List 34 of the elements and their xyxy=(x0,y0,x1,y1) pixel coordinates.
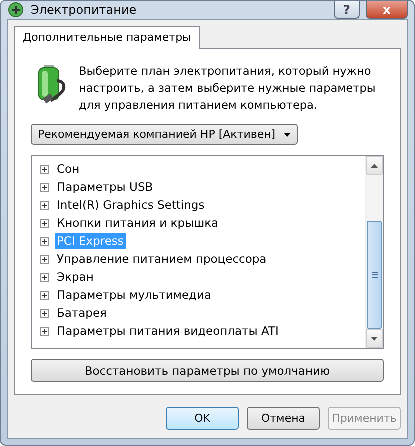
tree-item[interactable]: Управление питанием процессора xyxy=(55,251,269,267)
expand-icon[interactable] xyxy=(40,236,49,246)
tree-item[interactable]: Intel(R) Graphics Settings xyxy=(55,197,207,213)
tree-item[interactable]: Параметры USB xyxy=(55,179,156,195)
expand-icon[interactable] xyxy=(40,218,49,228)
plan-dropdown[interactable]: Рекомендуемая компанией HP [Активен] xyxy=(31,124,298,145)
dialog-button[interactable]: Отмена xyxy=(247,407,320,430)
power-plan-icon xyxy=(7,1,25,19)
scrollbar-thumb[interactable] xyxy=(367,221,382,329)
down-arrow-icon xyxy=(371,336,378,340)
tree-item[interactable]: Батарея xyxy=(55,305,109,321)
scroll-up-button[interactable] xyxy=(366,156,383,175)
expand-icon[interactable] xyxy=(40,308,49,318)
expand-icon[interactable] xyxy=(40,200,49,210)
caret-icon xyxy=(284,132,291,136)
tree-item[interactable]: Параметры питания видеоплаты ATI xyxy=(55,323,281,339)
help-button[interactable]: ? xyxy=(334,1,360,19)
expand-icon[interactable] xyxy=(40,182,49,192)
dialog-button[interactable]: OK xyxy=(166,407,239,430)
window-title: Электропитание xyxy=(31,3,138,17)
restore-defaults-button[interactable]: Восстановить параметры по умолчанию xyxy=(31,359,384,382)
expand-icon[interactable] xyxy=(40,254,49,264)
expand-icon[interactable] xyxy=(40,290,49,300)
description-text: Выберите план электропитания, который нужно настроить, а затем выберите нужные параметры для управления питанием компьютера. xyxy=(79,64,377,114)
up-arrow-icon xyxy=(371,164,378,168)
tree-item[interactable]: Экран xyxy=(55,269,96,285)
expand-icon[interactable] xyxy=(40,272,49,282)
tab[interactable]: Дополнительные параметры xyxy=(14,26,200,49)
expand-icon[interactable] xyxy=(40,326,49,336)
scroll-down-button[interactable] xyxy=(366,329,383,348)
tree-item[interactable]: Сон xyxy=(55,161,82,177)
tree-item[interactable]: Кнопки питания и крышка xyxy=(55,215,221,231)
expand-icon[interactable] xyxy=(40,164,49,174)
tree-item[interactable]: Параметры мультимедиа xyxy=(55,287,214,303)
